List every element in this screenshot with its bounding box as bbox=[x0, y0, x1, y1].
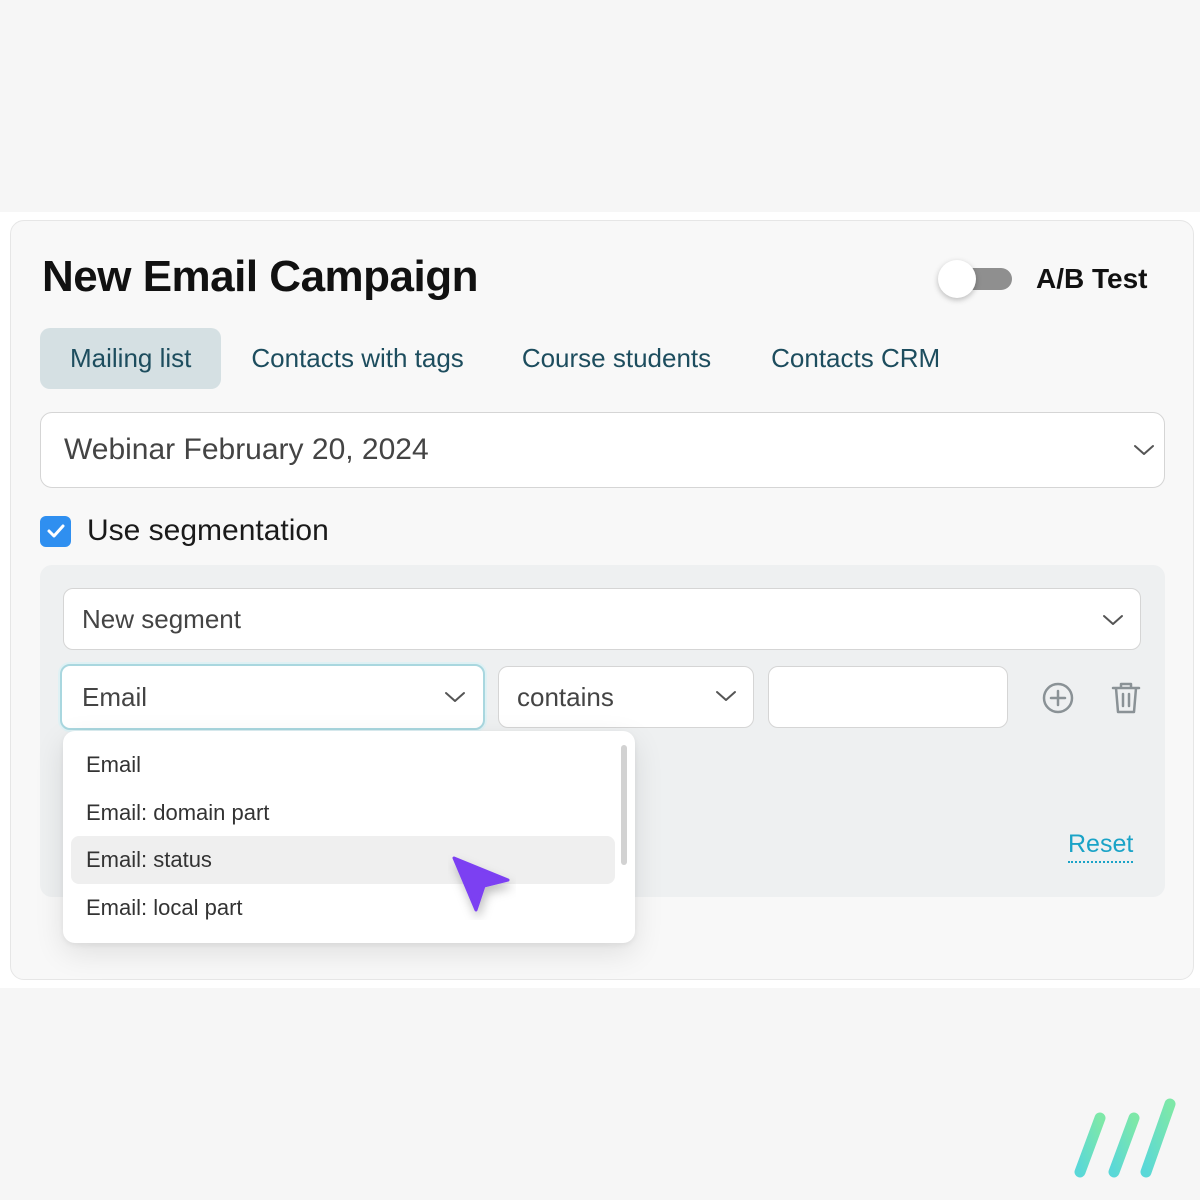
dropdown-scrollbar[interactable] bbox=[621, 745, 627, 865]
field-dropdown-menu: Email Email: domain part Email: status E… bbox=[63, 731, 635, 943]
screen: New Email Campaign A/B Test Mailing list… bbox=[0, 0, 1200, 1200]
rule-field-value: Email bbox=[82, 681, 148, 712]
dropdown-option-email[interactable]: Email bbox=[71, 741, 615, 789]
trash-icon[interactable] bbox=[1110, 680, 1142, 716]
mailing-list-value: Webinar February 20, 2024 bbox=[64, 433, 429, 466]
ab-test-control: A/B Test bbox=[938, 258, 1148, 300]
plus-circle-icon[interactable] bbox=[1041, 681, 1075, 715]
segmentation-row: Use segmentation bbox=[40, 514, 329, 548]
rule-value-input[interactable] bbox=[768, 666, 1008, 728]
check-icon bbox=[47, 524, 64, 538]
chevron-down-icon bbox=[1134, 445, 1154, 455]
cursor-arrow-icon bbox=[452, 856, 510, 912]
segmentation-checkbox[interactable] bbox=[40, 515, 71, 547]
segment-value: New segment bbox=[82, 603, 241, 634]
mailing-list-select[interactable]: Webinar February 20, 2024 bbox=[40, 412, 1165, 488]
dropdown-option-status[interactable]: Email: status bbox=[71, 836, 615, 884]
dropdown-option-domain-part[interactable]: Email: domain part bbox=[71, 789, 615, 837]
chevron-down-icon bbox=[1103, 615, 1123, 625]
triple-slash-logo-icon bbox=[1074, 1098, 1176, 1178]
ab-test-toggle[interactable] bbox=[938, 258, 1014, 300]
tab-course-students[interactable]: Course students bbox=[494, 328, 741, 389]
rule-field-select[interactable]: Email bbox=[60, 664, 485, 730]
chevron-down-icon bbox=[716, 691, 736, 701]
audience-tabs: Mailing list Contacts with tags Course s… bbox=[40, 328, 970, 389]
segmentation-label: Use segmentation bbox=[87, 514, 329, 547]
rule-operator-select[interactable]: contains bbox=[498, 666, 754, 728]
tab-contacts-with-tags[interactable]: Contacts with tags bbox=[221, 328, 493, 389]
chevron-down-icon bbox=[445, 692, 465, 702]
rule-operator-value: contains bbox=[517, 681, 614, 712]
dropdown-option-local-part[interactable]: Email: local part bbox=[71, 884, 615, 932]
page-title: New Email Campaign bbox=[42, 252, 479, 301]
reset-link[interactable]: Reset bbox=[1068, 830, 1134, 863]
ab-test-label: A/B Test bbox=[1036, 263, 1148, 294]
tab-mailing-list[interactable]: Mailing list bbox=[40, 328, 222, 389]
toggle-knob bbox=[938, 260, 976, 298]
tab-contacts-crm[interactable]: Contacts CRM bbox=[741, 328, 970, 389]
segment-select[interactable]: New segment bbox=[63, 588, 1141, 650]
